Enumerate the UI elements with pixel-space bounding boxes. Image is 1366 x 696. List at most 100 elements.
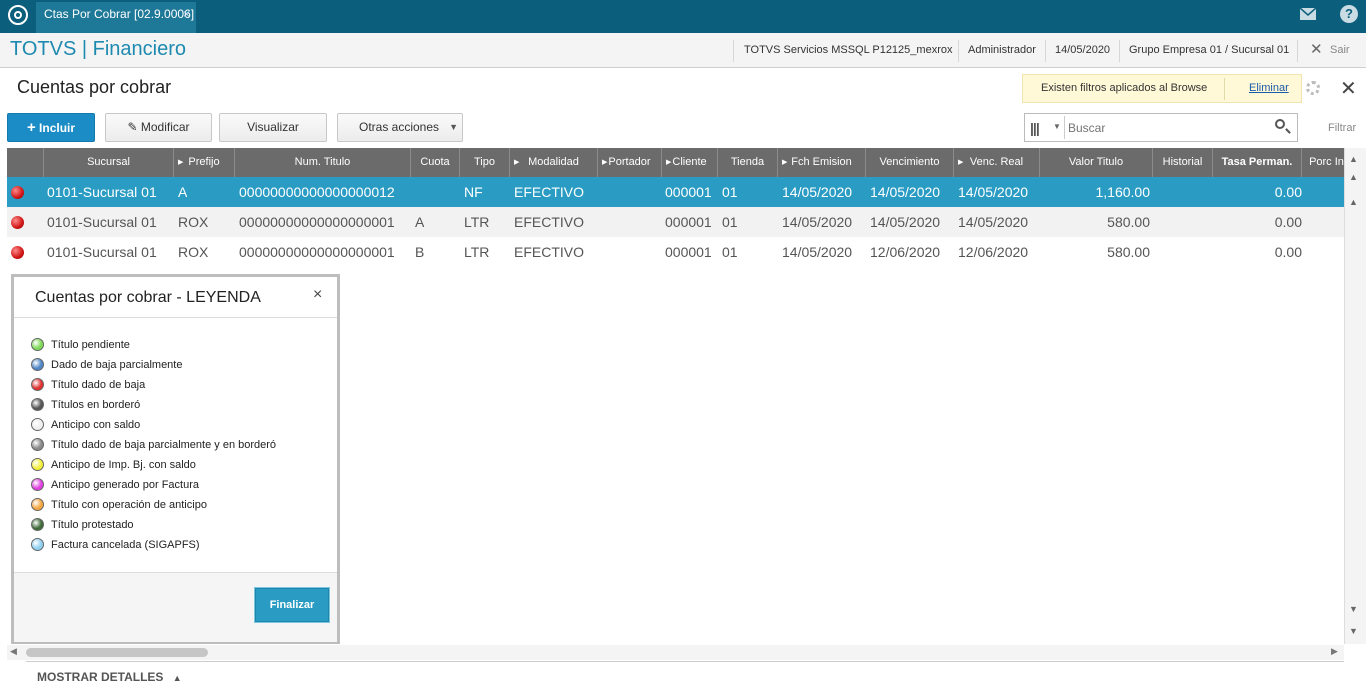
scroll-down-page-icon[interactable]: ▼	[1349, 626, 1358, 636]
scroll-top-icon[interactable]: ▲	[1349, 154, 1358, 164]
cell-modalidad: EFECTIVO	[514, 244, 585, 260]
otras-acciones-button[interactable]: Otras acciones ▼	[337, 113, 463, 142]
close-icon[interactable]: ✕	[1340, 76, 1357, 101]
columns-icon[interactable]: |||	[1030, 120, 1040, 136]
column-header[interactable]: Num. Titulo	[235, 148, 411, 177]
scroll-up-page-icon[interactable]: ▲	[1349, 172, 1358, 182]
cell-tienda: 01	[722, 244, 738, 260]
cell-tipo: LTR	[464, 214, 490, 230]
legend-color-icon	[31, 378, 44, 391]
scrollbar-thumb[interactable]	[26, 648, 208, 657]
search-icon[interactable]	[1275, 119, 1285, 129]
scroll-left-icon[interactable]: ◀	[10, 646, 17, 657]
scroll-down-icon[interactable]: ▼	[1349, 604, 1358, 614]
cell-vencimiento: 12/06/2020	[870, 244, 941, 260]
vertical-scrollbar[interactable]	[1344, 148, 1366, 644]
mostrar-detalles-label: MOSTRAR DETALLES	[37, 670, 164, 684]
cell-num: 00000000000000000001	[239, 214, 395, 230]
column-header[interactable]: Tienda	[718, 148, 778, 177]
incluir-label: Incluir	[39, 121, 76, 135]
cell-tasa: 0.00	[1274, 244, 1302, 260]
scroll-up-icon[interactable]: ▲	[1349, 197, 1358, 207]
tab-ctas-por-cobrar[interactable]: Ctas Por Cobrar [02.9.0006] ×	[36, 2, 196, 33]
cell-venc-real: 14/05/2020	[958, 214, 1029, 230]
top-bar	[0, 0, 1366, 33]
legend-item-label: Dado de baja parcialmente	[51, 359, 183, 371]
legend-color-icon	[31, 518, 44, 531]
column-header[interactable]: Porc In	[1302, 148, 1344, 177]
finalizar-button[interactable]: Finalizar	[255, 588, 329, 622]
legend-item-label: Anticipo generado por Factura	[51, 479, 199, 491]
search-input[interactable]	[1066, 116, 1270, 140]
visualizar-button[interactable]: Visualizar	[219, 113, 327, 142]
table-row[interactable]: 0101-Sucursal 01 A 00000000000000000012 …	[7, 177, 1344, 207]
incluir-button[interactable]: + Incluir	[7, 113, 95, 142]
divider	[733, 40, 734, 62]
divider	[1224, 78, 1225, 100]
divider	[1064, 116, 1065, 139]
modificar-button[interactable]: ✎ Modificar	[105, 113, 212, 142]
column-header[interactable]: Sucursal	[44, 148, 174, 177]
divider	[1045, 40, 1046, 62]
scroll-right-icon[interactable]: ▶	[1331, 646, 1338, 657]
tab-close-icon[interactable]: ×	[183, 2, 190, 26]
cell-venc-real: 12/06/2020	[958, 244, 1029, 260]
cell-cuota: B	[415, 244, 425, 260]
exit-icon[interactable]: ✕	[1310, 40, 1323, 58]
caret-down-icon[interactable]: ▼	[1053, 122, 1061, 131]
column-header[interactable]: Valor Titulo	[1040, 148, 1153, 177]
cell-tasa: 0.00	[1274, 184, 1302, 200]
remove-filter-link[interactable]: Eliminar	[1249, 82, 1289, 94]
exit-button[interactable]: Sair	[1330, 44, 1350, 56]
column-header[interactable]: ▶ Modalidad	[510, 148, 598, 177]
arrow-right-icon: ▶	[514, 159, 520, 166]
column-header[interactable]: ▶ Cliente	[662, 148, 718, 177]
tab-label: Ctas Por Cobrar [02.9.0006]	[44, 7, 195, 21]
column-header[interactable]: Historial	[1153, 148, 1213, 177]
caret-up-icon: ▲	[172, 673, 182, 683]
divider	[1119, 40, 1120, 62]
help-icon[interactable]: ?	[1340, 5, 1358, 23]
gear-icon[interactable]	[1306, 81, 1320, 95]
column-header[interactable]: Tasa Perman.	[1213, 148, 1302, 177]
totvs-logo-icon[interactable]	[8, 5, 28, 25]
divider	[14, 317, 337, 318]
legend-color-icon	[31, 418, 44, 431]
status-red-icon	[11, 246, 24, 259]
table-row[interactable]: 0101-Sucursal 01 ROX 0000000000000000000…	[7, 237, 1344, 267]
close-icon[interactable]: ×	[313, 286, 322, 304]
grid-header: Sucursal ▶ Prefijo Num. Titulo Cuota Tipo…	[7, 148, 1344, 177]
legend-color-icon	[31, 458, 44, 471]
column-header[interactable]: ▶ Venc. Real	[954, 148, 1040, 177]
divider	[958, 40, 959, 62]
cell-tienda: 01	[722, 184, 738, 200]
legend-color-icon	[31, 398, 44, 411]
filtrar-button[interactable]: Filtrar	[1328, 122, 1356, 134]
legend-item-label: Título con operación de anticipo	[51, 499, 207, 511]
column-header[interactable]: Cuota	[411, 148, 460, 177]
legend-item-label: Título pendiente	[51, 339, 130, 351]
legend-color-icon	[31, 338, 44, 351]
app-title: TOTVS | Financiero	[10, 38, 186, 60]
mostrar-detalles-button[interactable]: MOSTRAR DETALLES ▲	[37, 670, 182, 684]
table-row[interactable]: 0101-Sucursal 01 ROX 0000000000000000000…	[7, 207, 1344, 237]
column-header[interactable]: Tipo	[460, 148, 510, 177]
visualizar-label: Visualizar	[247, 120, 299, 134]
column-header[interactable]: ▶ Prefijo	[174, 148, 235, 177]
status-red-icon	[11, 216, 24, 229]
legend-item-label: Título protestado	[51, 519, 134, 531]
column-header[interactable]: ▶ Fch Emision	[778, 148, 866, 177]
cell-num: 00000000000000000001	[239, 244, 395, 260]
cell-sucursal: 0101-Sucursal 01	[47, 214, 157, 230]
column-header[interactable]: Vencimiento	[866, 148, 954, 177]
legend-item-label: Anticipo con saldo	[51, 419, 141, 431]
column-header-status[interactable]	[7, 148, 44, 177]
column-header[interactable]: ▶ Portador	[598, 148, 662, 177]
cell-vencimiento: 14/05/2020	[870, 214, 941, 230]
cell-tasa: 0.00	[1274, 214, 1302, 230]
arrow-right-icon: ▶	[666, 159, 672, 166]
legend-color-icon	[31, 358, 44, 371]
user-name: Administrador	[968, 44, 1036, 56]
cell-prefijo: ROX	[178, 214, 209, 230]
mail-icon[interactable]	[1300, 8, 1316, 20]
